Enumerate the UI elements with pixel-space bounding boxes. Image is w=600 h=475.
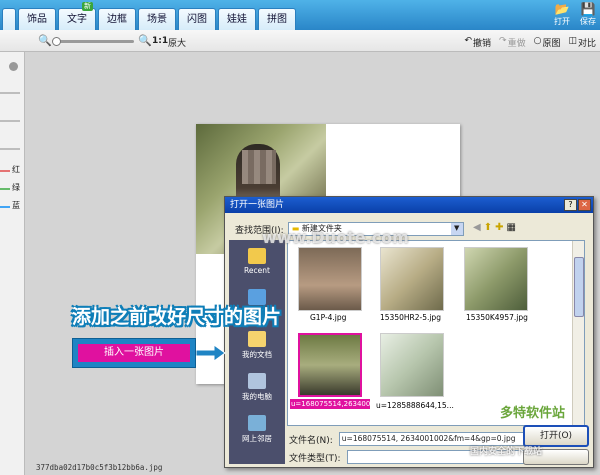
reset-icon[interactable] [9,62,18,71]
place-network[interactable]: 网上邻居 [229,408,285,450]
network-icon [248,414,266,431]
insert-image-button[interactable]: 插入一张图片 [78,344,190,362]
save-file-button[interactable]: 💾 保存 [580,2,596,27]
documents-icon [248,330,266,347]
zoom-toolbar: 🔍 🔍 1:1 原大 ↶ 撤销 ↷ 重做 ○ 原图 ◫ 对比 [0,30,600,52]
file-thumbnail[interactable] [464,247,528,313]
top-tab-bar: 饰品 文字新 边框 场景 闪图 娃娃 拼图 📂 打开 💾 保存 [0,0,600,30]
file-name: G1P-4.jpg [310,313,347,322]
watermark: 多特软件站 [500,406,566,421]
red-label: 红 [12,165,20,174]
adjust-panel: 红 绿 蓝 [0,52,25,475]
file-name: 15350K4957.jpg [466,313,528,322]
new-folder-icon[interactable]: ✚ [495,222,503,233]
help-button[interactable]: ? [564,199,577,211]
tutorial-caption: 添加之前改好尺寸的图片 [72,306,282,328]
scrollbar-thumb[interactable] [574,257,584,317]
tab-doll[interactable]: 娃娃 [218,8,256,30]
dialog-title: 打开一张图片 [230,200,285,210]
zoom-slider[interactable] [52,37,134,46]
file-thumbnail[interactable] [380,247,444,313]
close-button[interactable]: ✕ [578,199,591,211]
zoom-slider-knob[interactable] [52,37,61,46]
undo-icon: ↶ [464,36,473,46]
save-icon: 💾 [580,2,596,16]
file-thumbnail[interactable] [380,333,444,399]
compare-icon: ◫ [568,36,577,46]
face-mosaic [242,150,276,184]
recent-icon [248,247,266,264]
thumbnail-image [298,247,362,311]
places-bar: Recent 桌面 我的文档 我的电脑 网上邻居 [229,240,285,464]
toolbar-right: ↶ 撤销 ↷ 重做 ○ 原图 ◫ 对比 [464,36,596,49]
arrow-right-icon [196,344,226,362]
circle-icon: ○ [533,36,542,46]
undo-button[interactable]: ↶ 撤销 [464,36,491,49]
insert-image-callout: 插入一张图片 [72,338,196,368]
slider-track[interactable] [0,148,20,150]
chevron-down-icon: ▼ [450,223,463,235]
up-folder-icon[interactable]: ⬆ [484,222,492,233]
file-thumbnail[interactable] [298,247,362,313]
place-my-computer[interactable]: 我的电脑 [229,366,285,408]
file-name: u=1285888644,15... [376,401,454,410]
redo-button[interactable]: ↷ 重做 [499,36,526,49]
tab-frame[interactable]: 边框 [98,8,136,30]
tab-collage[interactable]: 拼图 [258,8,296,30]
redo-icon: ↷ [499,36,507,46]
green-slider[interactable] [0,188,10,190]
status-filename: 377dba02d17b0c5f3b12bb6a.jpg [36,463,163,472]
folder-open-icon: 📂 [554,2,570,16]
blue-label: 蓝 [12,201,20,210]
tab-text[interactable]: 文字新 [58,2,96,30]
file-list-scrollbar[interactable] [572,241,584,425]
red-slider[interactable] [0,170,10,172]
watermark: 国内安全的下载站 [470,447,543,457]
thumbnail-image [298,333,362,397]
dialog-title-bar: 打开一张图片 ? ✕ [225,197,593,213]
nav-icons: ◀ ⬆ ✚ ▦ [473,222,516,233]
place-my-documents[interactable]: 我的文档 [229,324,285,366]
computer-icon [248,372,266,389]
back-icon[interactable]: ◀ [473,222,481,233]
file-list: G1P-4.jpg 15350HR2-5.jpg 15350K4957.jpg … [287,240,585,426]
filename-label: 文件名(N): [289,435,333,446]
green-label: 绿 [12,183,20,192]
thumbnail-image [464,247,528,311]
original-image-button[interactable]: ○ 原图 [534,36,561,49]
watermark: www.Duote.com [262,228,409,247]
slider-track[interactable] [0,92,20,94]
file-name: 15350HR2-5.jpg [380,313,441,322]
thumbnail-image [380,333,444,397]
tab-strip: 饰品 文字新 边框 场景 闪图 娃娃 拼图 [2,2,296,30]
tab-flash[interactable]: 闪图 [178,8,216,30]
zoom-in-icon[interactable]: 🔍 [138,34,152,47]
selected-file-name: u=168075514,2634001002&fm=4&gp=0.j [290,399,443,409]
tab-scene[interactable]: 场景 [138,8,176,30]
thumbnail-image [380,247,444,311]
zoom-out-icon[interactable]: 🔍 [38,34,52,47]
top-actions: 📂 打开 💾 保存 [554,2,596,27]
new-badge: 新 [82,2,93,11]
tab-accessories[interactable]: 饰品 [18,8,56,30]
tab-partial[interactable] [2,8,16,30]
original-size-button[interactable]: 原大 [168,36,186,49]
file-thumbnail-selected[interactable] [298,333,362,399]
zoom-ratio[interactable]: 1:1 [152,36,168,46]
view-menu-icon[interactable]: ▦ [506,222,515,233]
compare-button[interactable]: ◫ 对比 [568,36,596,49]
open-file-button[interactable]: 📂 打开 [554,2,570,27]
filetype-label: 文件类型(T): [289,453,341,464]
blue-slider[interactable] [0,206,10,208]
slider-track[interactable] [0,120,20,122]
